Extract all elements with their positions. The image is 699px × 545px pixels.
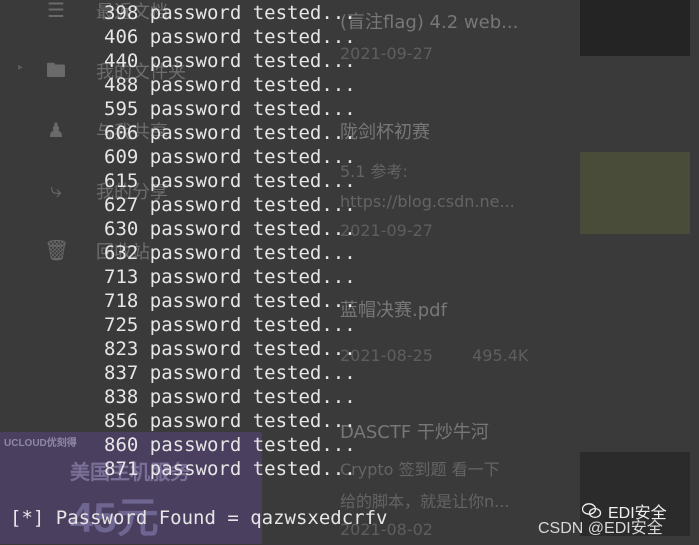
terminal-line: 725 password tested...: [104, 314, 356, 336]
terminal-output: 398 password tested... 406 password teste…: [0, 0, 699, 544]
terminal-line: 837 password tested...: [104, 362, 356, 384]
terminal-line: 713 password tested...: [104, 266, 356, 288]
terminal-line: 871 password tested...: [104, 458, 356, 480]
terminal-line: 860 password tested...: [104, 434, 356, 456]
terminal-line: 627 password tested...: [104, 194, 356, 216]
terminal-line: 632 password tested...: [104, 242, 356, 264]
terminal-line: 595 password tested...: [104, 98, 356, 120]
terminal-line: 630 password tested...: [104, 218, 356, 240]
terminal-line: 398 password tested...: [104, 2, 356, 24]
terminal-line: 718 password tested...: [104, 290, 356, 312]
terminal-line: 823 password tested...: [104, 338, 356, 360]
password-found-line: [*] Password Found = qazwsxedcrfv: [10, 507, 388, 529]
csdn-watermark: CSDN @EDI安全: [538, 520, 663, 537]
terminal-line: 606 password tested...: [104, 122, 356, 144]
terminal-line: 838 password tested...: [104, 386, 356, 408]
terminal-line: 609 password tested...: [104, 146, 356, 168]
terminal-line: 488 password tested...: [104, 74, 356, 96]
terminal-line: 615 password tested...: [104, 170, 356, 192]
terminal-line: 856 password tested...: [104, 410, 356, 432]
terminal-line: 440 password tested...: [104, 50, 356, 72]
terminal-line: 406 password tested...: [104, 26, 356, 48]
